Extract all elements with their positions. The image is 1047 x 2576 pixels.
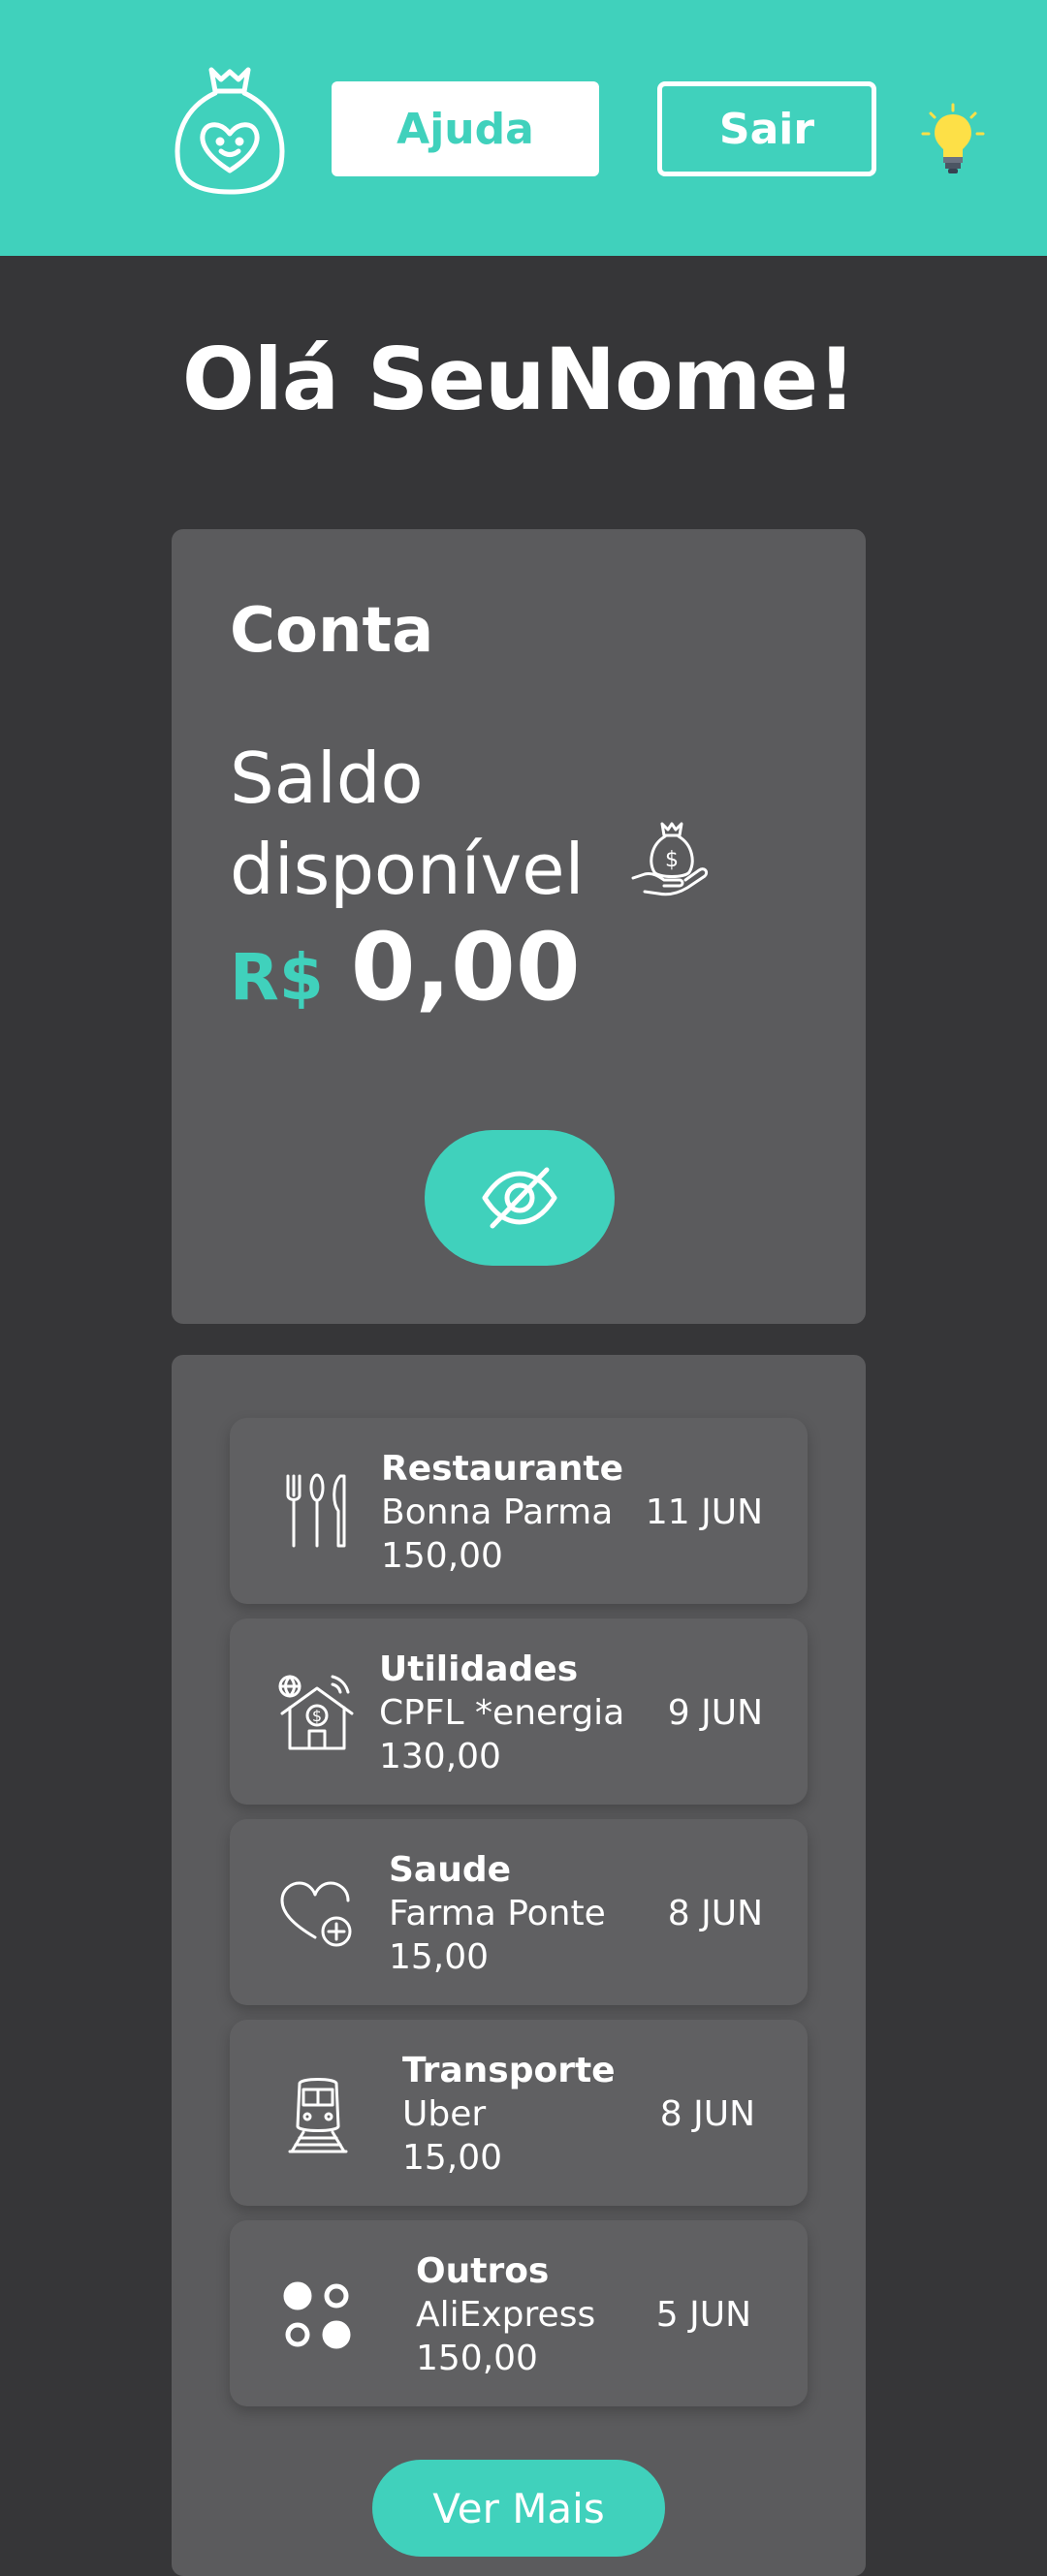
- greeting-title: Olá SeuNome!: [181, 330, 856, 429]
- transaction-merchant: Farma Ponte: [389, 1894, 606, 1933]
- cutlery-icon: [286, 1473, 346, 1548]
- help-button[interactable]: Ajuda: [332, 81, 599, 176]
- transaction-merchant: Uber: [402, 2094, 487, 2134]
- train-icon: [288, 2078, 348, 2153]
- balance-row: R$ 0,00: [230, 913, 581, 1021]
- transaction-details: Outros AliExpress 150,00: [416, 2249, 595, 2380]
- currency-label: R$: [230, 940, 324, 1015]
- account-title: Conta: [230, 595, 434, 667]
- see-more-button[interactable]: Ver Mais: [372, 2460, 665, 2557]
- transaction-category: Utilidades: [379, 1649, 579, 1689]
- transaction-category: Transporte: [402, 2051, 616, 2090]
- transaction-date: 8 JUN: [659, 2094, 755, 2134]
- transaction-item[interactable]: $ Utilidades CPFL *energia 130,00 9 JUN: [230, 1618, 808, 1805]
- svg-text:$: $: [665, 848, 679, 872]
- top-header: Ajuda Sair: [0, 0, 1047, 256]
- transaction-category: Outros: [416, 2251, 550, 2291]
- transaction-category: Saude: [389, 1850, 512, 1890]
- toggle-balance-button[interactable]: [425, 1130, 615, 1266]
- transactions-card: Restaurante Bonna Parma 150,00 11 JUN $ …: [172, 1355, 866, 2576]
- transaction-date: 8 JUN: [667, 1894, 763, 1933]
- transaction-date: 9 JUN: [667, 1693, 763, 1733]
- money-bag-hand-icon: $: [631, 822, 709, 896]
- transaction-value: 150,00: [381, 1536, 503, 1576]
- transaction-date: 11 JUN: [645, 1492, 763, 1532]
- transaction-value: 15,00: [389, 1937, 490, 1977]
- money-bag-heart-icon: [174, 67, 285, 195]
- transaction-value: 130,00: [379, 1737, 501, 1776]
- transaction-value: 150,00: [416, 2339, 538, 2378]
- eye-slash-icon: [482, 1167, 557, 1229]
- transaction-item[interactable]: Saude Farma Ponte 15,00 8 JUN: [230, 1819, 808, 2005]
- transaction-date: 5 JUN: [655, 2295, 751, 2335]
- exit-button[interactable]: Sair: [657, 81, 876, 176]
- transaction-merchant: CPFL *energia: [379, 1693, 625, 1733]
- transaction-merchant: AliExpress: [416, 2295, 596, 2335]
- transaction-details: Saude Farma Ponte 15,00: [389, 1848, 606, 1979]
- svg-text:$: $: [312, 1707, 322, 1725]
- transaction-details: Restaurante Bonna Parma 150,00: [381, 1447, 623, 1578]
- transaction-item[interactable]: Transporte Uber 15,00 8 JUN: [230, 2020, 808, 2206]
- account-card: Conta Saldo disponível $ R$ 0,00: [172, 529, 866, 1324]
- dots-icon: [283, 2281, 351, 2349]
- transaction-details: Utilidades CPFL *energia 130,00: [379, 1648, 624, 1778]
- transaction-category: Restaurante: [381, 1449, 623, 1489]
- house-utilities-icon: $: [278, 1675, 354, 1750]
- heart-plus-icon: [280, 1881, 352, 1947]
- lightbulb-icon[interactable]: [921, 103, 985, 176]
- transaction-item[interactable]: Restaurante Bonna Parma 150,00 11 JUN: [230, 1418, 808, 1604]
- transaction-details: Transporte Uber 15,00: [402, 2049, 616, 2180]
- balance-amount: 0,00: [350, 913, 581, 1021]
- transaction-merchant: Bonna Parma: [381, 1492, 614, 1532]
- transaction-value: 15,00: [402, 2138, 503, 2178]
- transaction-item[interactable]: Outros AliExpress 150,00 5 JUN: [230, 2220, 808, 2406]
